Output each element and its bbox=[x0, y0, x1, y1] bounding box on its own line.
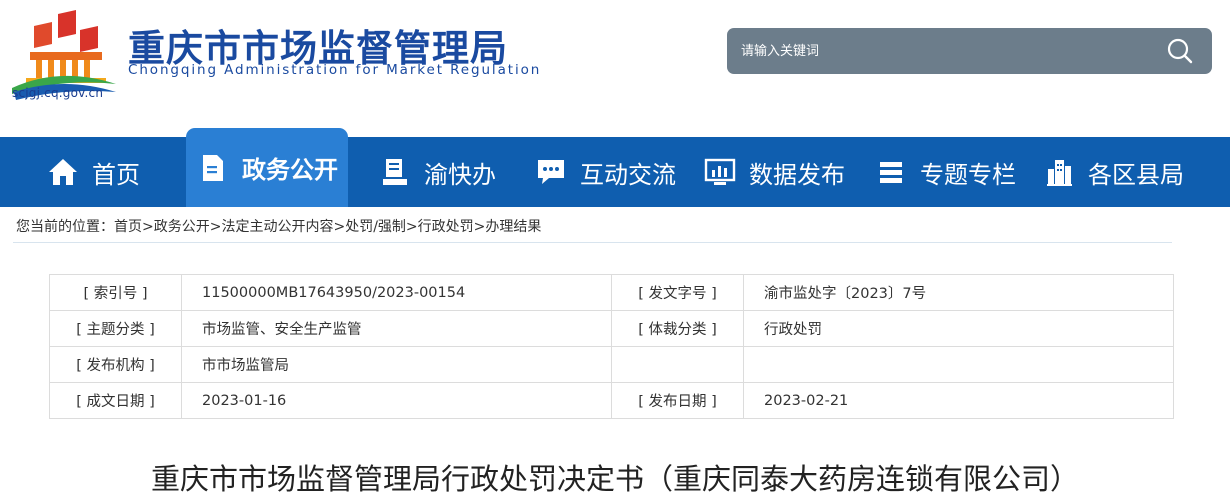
document-meta-table: [ 索引号 ] 11500000MB17643950/2023-00154 [ … bbox=[49, 274, 1174, 419]
breadcrumb-link-statutory-disclosure[interactable]: 法定主动公开内容 bbox=[221, 219, 333, 235]
nav-item-special-topics[interactable]: 专题专栏 bbox=[874, 137, 1016, 207]
meta-value-publish-date: 2023-02-21 bbox=[743, 382, 1174, 419]
search-bar bbox=[727, 28, 1212, 74]
search-input[interactable] bbox=[741, 40, 1141, 62]
document-title: 重庆市市场监督管理局行政处罚决定书（重庆同泰大药房连锁有限公司） bbox=[150, 462, 1079, 496]
meta-label bbox=[611, 346, 744, 383]
nav-item-label: 各区县局 bbox=[1088, 160, 1184, 189]
nav-item-yukuaiban[interactable]: 渝快办 bbox=[378, 137, 496, 207]
breadcrumb-separator: > bbox=[405, 219, 418, 235]
buildings-icon bbox=[1042, 155, 1076, 189]
breadcrumb-link-government-affairs[interactable]: 政务公开 bbox=[154, 219, 210, 235]
home-icon bbox=[46, 155, 80, 189]
meta-value-written-date: 2023-01-16 bbox=[181, 382, 612, 419]
nav-item-district-bureaus[interactable]: 各区县局 bbox=[1042, 137, 1184, 207]
breadcrumb-separator: > bbox=[473, 219, 486, 235]
site-url[interactable]: scjgj.cq.gov.cn bbox=[12, 86, 103, 100]
meta-label: [ 成文日期 ] bbox=[49, 382, 182, 419]
meta-value-publisher: 市市场监管局 bbox=[181, 346, 612, 383]
meta-label: [ 发布机构 ] bbox=[49, 346, 182, 383]
meta-value-index-number: 11500000MB17643950/2023-00154 bbox=[181, 274, 612, 311]
breadcrumb: 您当前的位置：首页>政务公开>法定主动公开内容>处罚/强制>行政处罚>办理结果 bbox=[16, 216, 541, 236]
breadcrumb-link-home[interactable]: 首页 bbox=[114, 219, 142, 235]
meta-label: [ 发文字号 ] bbox=[611, 274, 744, 311]
breadcrumb-separator: > bbox=[333, 219, 346, 235]
breadcrumb-link-results[interactable]: 办理结果 bbox=[485, 219, 541, 235]
nav-item-home[interactable]: 首页 bbox=[46, 137, 140, 207]
nav-item-label: 首页 bbox=[92, 160, 140, 189]
breadcrumb-link-penalty-enforcement[interactable]: 处罚/强制 bbox=[345, 219, 406, 235]
nav-item-label: 渝快办 bbox=[424, 160, 496, 189]
meta-value-genre: 行政处罚 bbox=[743, 310, 1174, 347]
nav-item-interaction[interactable]: 互动交流 bbox=[534, 137, 676, 207]
table-row: [ 成文日期 ] 2023-01-16 [ 发布日期 ] 2023-02-21 bbox=[49, 382, 1174, 419]
breadcrumb-separator: > bbox=[209, 219, 222, 235]
breadcrumb-divider bbox=[13, 242, 1172, 243]
nav-item-label: 专题专栏 bbox=[920, 160, 1016, 189]
nav-item-label: 互动交流 bbox=[580, 160, 676, 189]
nav-item-government-affairs[interactable]: 政务公开 bbox=[186, 128, 348, 207]
meta-label: [ 索引号 ] bbox=[49, 274, 182, 311]
nav-item-label: 数据发布 bbox=[749, 160, 845, 189]
document-icon bbox=[196, 151, 230, 185]
meta-label: [ 体裁分类 ] bbox=[611, 310, 744, 347]
chat-icon bbox=[534, 155, 568, 189]
nav-item-label: 政务公开 bbox=[242, 156, 338, 184]
site-title-english: Chongqing Administration for Market Regu… bbox=[128, 62, 542, 78]
table-row: [ 发布机构 ] 市市场监管局 bbox=[49, 346, 1174, 383]
search-icon[interactable] bbox=[1166, 37, 1194, 65]
table-row: [ 索引号 ] 11500000MB17643950/2023-00154 [ … bbox=[49, 274, 1174, 311]
meta-label: [ 发布日期 ] bbox=[611, 382, 744, 419]
service-desk-icon bbox=[378, 155, 412, 189]
breadcrumb-separator: > bbox=[142, 219, 154, 235]
meta-label: [ 主题分类 ] bbox=[49, 310, 182, 347]
breadcrumb-link-administrative-penalty[interactable]: 行政处罚 bbox=[418, 219, 474, 235]
meta-value-empty bbox=[743, 346, 1174, 383]
nav-item-data-release[interactable]: 数据发布 bbox=[703, 137, 845, 207]
meta-value-subject: 市场监管、安全生产监管 bbox=[181, 310, 612, 347]
list-icon bbox=[874, 155, 908, 189]
data-chart-icon bbox=[703, 155, 737, 189]
main-nav: 首页 政务公开 渝快办 互动交流 数据发布 专题专栏 各区县局 bbox=[0, 128, 1230, 207]
table-row: [ 主题分类 ] 市场监管、安全生产监管 [ 体裁分类 ] 行政处罚 bbox=[49, 310, 1174, 347]
breadcrumb-prefix: 您当前的位置： bbox=[16, 219, 114, 235]
site-header: scjgj.cq.gov.cn 重庆市市场监督管理局 Chongqing Adm… bbox=[0, 0, 1230, 137]
meta-value-document-number: 渝市监处字〔2023〕7号 bbox=[743, 274, 1174, 311]
